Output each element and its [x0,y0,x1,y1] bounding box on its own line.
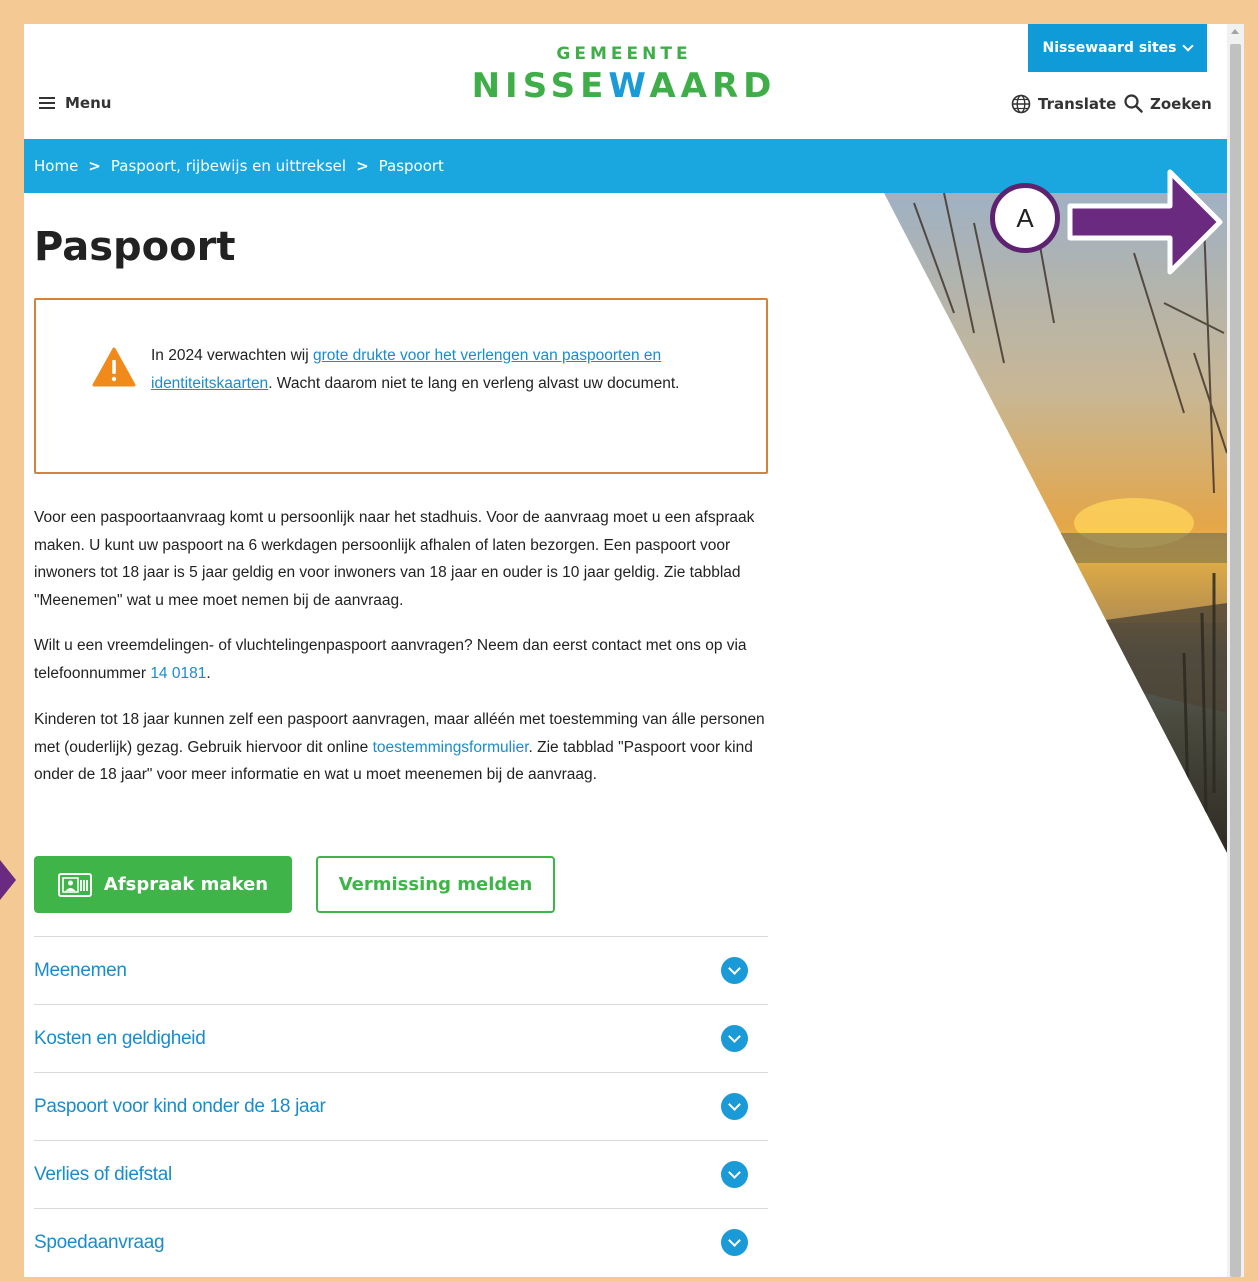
chevron-down-icon [721,1093,748,1120]
scroll-up-icon[interactable] [1231,29,1239,34]
accordion-label: Meenemen [34,959,127,981]
accordion-label: Spoedaanvraag [34,1231,165,1253]
notice-text-before: In 2024 verwachten wij [151,347,313,364]
chevron-down-icon [721,957,748,984]
report-missing-button[interactable]: Vermissing melden [316,856,555,913]
notice-box: In 2024 verwachten wij grote drukte voor… [34,298,768,474]
breadcrumb-separator: > [356,157,369,175]
p2-text-after: . [206,664,211,682]
search-label: Zoeken [1150,94,1212,113]
phone-link[interactable]: 14 0181 [150,665,206,682]
accordion-label: Verlies of diefstal [34,1163,172,1185]
accordion-item-spoed[interactable]: Spoedaanvraag [34,1208,768,1276]
annotation-arrow-icon [1067,169,1223,275]
make-appointment-label: Afspraak maken [103,874,269,895]
p2-text-before: Wilt u een vreemdelingen- of vluchteling… [34,637,747,682]
landscape-photo [884,193,1227,834]
intro-paragraph: Voor een paspoortaanvraag komt u persoon… [34,509,755,610]
sites-label: Nissewaard sites [1042,40,1177,56]
site-header: Menu GEMEENTE NISSEWAARD Nissewaard site… [24,24,1227,139]
logo-w: W [608,66,650,106]
site-logo[interactable]: GEMEENTE NISSEWAARD [464,44,784,106]
hero-image [884,193,1227,853]
accordion-item-verlies[interactable]: Verlies of diefstal [34,1140,768,1208]
chevron-down-icon [721,1229,748,1256]
vertical-scrollbar[interactable] [1227,24,1244,1277]
make-appointment-button[interactable]: Afspraak maken [34,856,292,913]
chevron-down-icon [1182,40,1195,52]
menu-label: Menu [65,94,112,112]
translate-button[interactable]: Translate [1011,94,1116,114]
notice-text: In 2024 verwachten wij grote drukte voor… [151,342,711,397]
accordion: Meenemen Kosten en geldigheid Paspoort v… [34,936,768,1276]
menu-button[interactable]: Menu [39,94,111,112]
logo-main-text: NISSEWAARD [464,66,784,106]
accordion-item-meenemen[interactable]: Meenemen [34,936,768,1004]
accordion-label: Paspoort voor kind onder de 18 jaar [34,1095,326,1117]
translate-label: Translate [1038,95,1117,113]
breadcrumb-paspoort[interactable]: Paspoort [379,157,444,175]
search-icon [1124,94,1143,113]
breadcrumb-separator: > [88,157,101,175]
accordion-label: Kosten en geldigheid [34,1027,206,1049]
chevron-down-icon [721,1025,748,1052]
id-card-icon [57,872,92,897]
annotation-marker: A [990,183,1060,253]
hamburger-icon [39,97,55,109]
children-paragraph: Kinderen tot 18 jaar kunnen zelf een pas… [34,706,774,789]
chevron-down-icon [721,1161,748,1188]
search-button[interactable]: Zoeken [1124,94,1212,113]
annotation-marker-label: A [1016,202,1034,233]
logo-top-text: GEMEENTE [556,44,692,64]
nissewaard-sites-button[interactable]: Nissewaard sites [1028,24,1207,72]
accordion-item-kosten[interactable]: Kosten en geldigheid [34,1004,768,1072]
breadcrumb-paspoort-rijbewijs[interactable]: Paspoort, rijbewijs en uittreksel [111,157,346,175]
refugee-passport-paragraph: Wilt u een vreemdelingen- of vluchteling… [34,632,774,687]
breadcrumb: Home > Paspoort, rijbewijs en uittreksel… [24,139,1227,193]
warning-icon [92,347,136,387]
logo-part-1: NISSE [471,66,609,106]
logo-part-2: AARD [649,66,777,106]
report-missing-label: Vermissing melden [338,874,533,895]
annotation-arrow-left-icon [0,860,16,900]
consent-form-link[interactable]: toestemmingsformulier [373,739,529,756]
scrollbar-thumb[interactable] [1230,44,1241,1277]
globe-icon [1011,94,1031,114]
notice-text-after: . Wacht daarom niet te lang en verleng a… [268,374,680,392]
breadcrumb-home[interactable]: Home [34,157,78,175]
page-title: Paspoort [34,224,236,270]
accordion-item-kind[interactable]: Paspoort voor kind onder de 18 jaar [34,1072,768,1140]
